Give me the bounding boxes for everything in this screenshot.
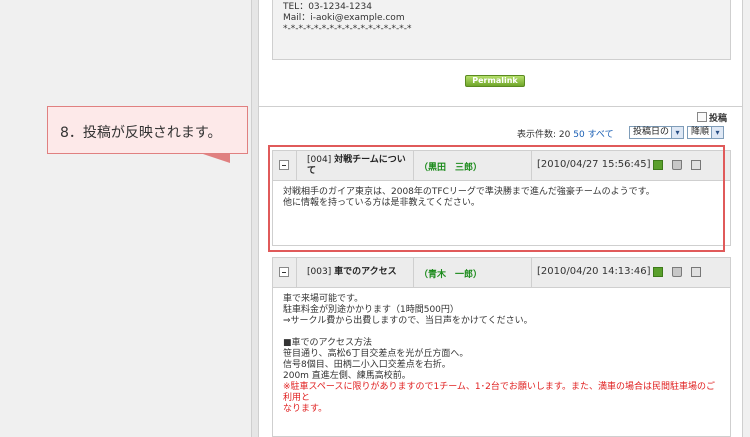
post-title-text[interactable]: 車でのアクセス (334, 267, 397, 277)
header-cell-divider (413, 258, 414, 287)
display-count-50-link[interactable]: 50 (573, 130, 584, 140)
highlight-frame (268, 145, 725, 252)
callout-pointer (200, 153, 230, 163)
post-body: 車で来場可能です。 駐車料金が別途かかります（1時間500円） ⇒サークル費から… (273, 288, 730, 421)
display-count-all-link[interactable]: すべて (588, 130, 614, 140)
instruction-callout: 8．投稿が反映されます。 (47, 106, 248, 154)
post-date: [2010/04/20 14:13:46] (537, 266, 651, 277)
display-count-label: 表示件数: (517, 130, 559, 140)
new-post-button[interactable]: 投稿 (697, 111, 727, 124)
print-icon[interactable] (691, 267, 701, 277)
post-body-line: ⇒サークル費から出費しますので、当日声をかけてください。 (283, 316, 533, 326)
sort-field-select[interactable]: 投稿日の (629, 126, 685, 139)
display-count-current: 20 (558, 130, 571, 140)
post-header: [003] 車でのアクセス （青木 一郎） [2010/04/20 14:13:… (273, 258, 730, 288)
pane-divider[interactable] (251, 0, 259, 437)
right-margin (743, 0, 750, 437)
header-cell-divider (296, 258, 297, 287)
contact-tel: TEL：03-1234-1234 (283, 2, 372, 12)
previous-post-footer: TEL：03-1234-1234 Mail：i-aoki@example.com… (272, 0, 731, 60)
post-body-line: 200m 直進左側、練馬高校前。 (283, 371, 411, 381)
signature-divider: *-*-*-*-*-*-*-*-*-*-*-*-*-*-*-*-* (283, 24, 412, 34)
new-post-label: 投稿 (709, 114, 728, 124)
collapse-toggle-icon[interactable] (279, 267, 289, 277)
edit-icon[interactable] (653, 267, 663, 277)
permalink-button[interactable]: Permalink (465, 75, 525, 87)
header-cell-divider (531, 258, 532, 287)
sort-order-select[interactable]: 降順 (687, 126, 725, 139)
parking-notice: ※駐車スペースに限りがありますので1チーム、1･2台でお願いします。また、満車の… (283, 382, 715, 403)
trash-icon[interactable] (672, 267, 682, 277)
post-number: [003] (307, 267, 332, 277)
post-body-line: 駐車料金が別途かかります（1時間500円） (283, 305, 459, 315)
post-body-line: 信号8個目、田柄二小入口交差点を右折。 (283, 360, 451, 370)
parking-notice: なります。 (283, 404, 328, 414)
post-actions (653, 267, 710, 277)
pencil-icon (697, 112, 707, 122)
section-divider (259, 106, 743, 107)
post-author: （青木 一郎） (419, 270, 483, 280)
post-body-line: 笹目通り、高松6丁目交差点を光が丘方面へ。 (283, 349, 469, 359)
post-body-line: ■車でのアクセス方法 (283, 338, 373, 348)
post-item: [003] 車でのアクセス （青木 一郎） [2010/04/20 14:13:… (272, 257, 731, 437)
display-count: 表示件数: 20 50 すべて (517, 127, 614, 140)
callout-text: 8．投稿が反映されます。 (60, 125, 222, 141)
post-body-line (283, 327, 720, 338)
contact-mail: Mail：i-aoki@example.com (283, 13, 405, 23)
post-body-line: 車で来場可能です。 (283, 294, 364, 304)
left-pane (0, 0, 251, 437)
post-title: [003] 車でのアクセス (307, 267, 427, 278)
